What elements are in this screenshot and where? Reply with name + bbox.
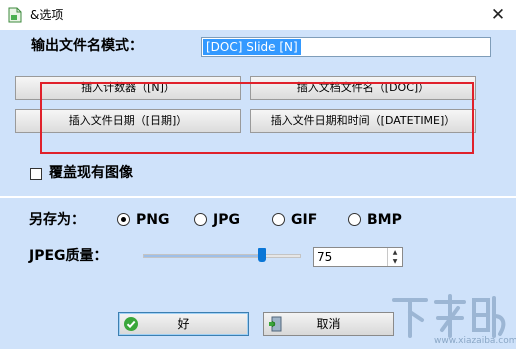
radio-jpg[interactable]	[194, 213, 207, 226]
radio-png[interactable]	[117, 213, 130, 226]
jpeg-quality-spinbox[interactable]: 75 ▲ ▼	[313, 247, 403, 267]
overwrite-label: 覆盖现有图像	[49, 165, 133, 181]
cancel-label: 取消	[316, 317, 341, 331]
watermark-url: www.xiazaiba.com	[434, 336, 516, 346]
jpeg-quality-slider-track[interactable]	[143, 254, 301, 258]
radio-gif[interactable]	[272, 213, 285, 226]
cancel-button[interactable]: 取消	[263, 312, 394, 336]
overwrite-checkbox[interactable]	[30, 168, 42, 180]
radio-bmp-label: BMP	[367, 212, 402, 228]
radio-gif-label: GIF	[291, 212, 318, 228]
window-title: &选项	[30, 8, 64, 22]
close-button[interactable]: ✕	[486, 3, 510, 27]
ok-button[interactable]: 好	[118, 312, 249, 336]
ok-label: 好	[177, 317, 190, 331]
watermark-logo	[392, 294, 506, 338]
output-pattern-value: [DOC] Slide [N]	[203, 39, 301, 55]
radio-png-label: PNG	[136, 212, 170, 228]
output-pattern-label: 输出文件名模式：	[31, 38, 143, 54]
save-as-label: 另存为：	[29, 212, 85, 228]
jpeg-quality-value: 75	[317, 250, 333, 264]
spin-up-icon[interactable]: ▲	[388, 248, 402, 257]
output-pattern-input[interactable]: [DOC] Slide [N]	[201, 37, 491, 57]
radio-bmp[interactable]	[348, 213, 361, 226]
title-bar: &选项 ✕	[0, 0, 516, 30]
app-document-icon	[8, 7, 22, 23]
highlight-box	[40, 82, 474, 154]
spin-down-icon[interactable]: ▼	[388, 257, 402, 266]
jpeg-quality-label: JPEG质量：	[29, 248, 108, 264]
jpeg-quality-slider-thumb[interactable]	[257, 248, 266, 262]
spin-arrows: ▲ ▼	[387, 248, 402, 266]
jpeg-quality-slider-fill	[144, 255, 263, 257]
radio-jpg-label: JPG	[213, 212, 240, 228]
